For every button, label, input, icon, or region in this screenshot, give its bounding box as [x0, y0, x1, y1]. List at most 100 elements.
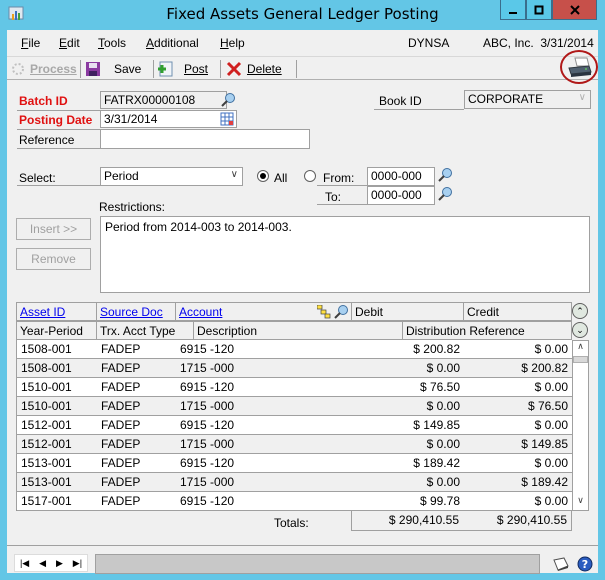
cell-year-period[interactable]: 1513-001 — [17, 473, 98, 492]
calendar-icon[interactable] — [220, 112, 234, 126]
to-lookup-icon[interactable] — [437, 186, 453, 202]
cell-account[interactable]: 1715 -000 — [176, 435, 353, 454]
cell-credit[interactable]: $ 0.00 — [464, 378, 573, 397]
close-button[interactable] — [552, 0, 597, 20]
cell-account[interactable]: 1715 -000 — [176, 473, 353, 492]
next-record-icon[interactable]: ▶ — [56, 558, 63, 569]
cell-year-period[interactable]: 1510-001 — [17, 397, 98, 416]
menu-edit[interactable]: Edit — [59, 36, 80, 50]
scroll-down-icon[interactable]: ∨ — [573, 495, 588, 510]
from-field[interactable]: 0000-000 — [367, 167, 435, 186]
cell-debit[interactable]: $ 200.82 — [352, 340, 465, 359]
last-record-icon[interactable]: ▶| — [73, 558, 82, 569]
cell-trx-acct-type[interactable]: FADEP — [97, 454, 177, 473]
table-row[interactable]: 1517-001 FADEP 6915 -120 $ 99.78 $ 0.00 — [17, 492, 573, 511]
cell-debit[interactable]: $ 76.50 — [352, 378, 465, 397]
radio-from[interactable] — [304, 170, 316, 182]
cell-trx-acct-type[interactable]: FADEP — [97, 359, 177, 378]
cell-trx-acct-type[interactable]: FADEP — [97, 397, 177, 416]
cell-account[interactable]: 6915 -120 — [176, 340, 353, 359]
post-button[interactable]: Post — [157, 60, 208, 78]
cell-year-period[interactable]: 1517-001 — [17, 492, 98, 511]
scroll-up-icon[interactable]: ∧ — [573, 341, 588, 356]
cell-debit[interactable]: $ 149.85 — [352, 416, 465, 435]
note-icon[interactable] — [552, 556, 570, 572]
grid-scrollbar[interactable]: ∧ ∨ — [572, 340, 589, 511]
cell-credit[interactable]: $ 149.85 — [464, 435, 573, 454]
cell-credit[interactable]: $ 189.42 — [464, 473, 573, 492]
cell-account[interactable]: 6915 -120 — [176, 416, 353, 435]
cell-trx-acct-type[interactable]: FADEP — [97, 473, 177, 492]
cell-account[interactable]: 6915 -120 — [176, 454, 353, 473]
remove-button[interactable]: Remove — [16, 248, 91, 270]
minimize-button[interactable] — [500, 0, 526, 20]
insert-button[interactable]: Insert >> — [16, 218, 91, 240]
help-icon[interactable]: ? — [577, 556, 593, 572]
previous-record-icon[interactable]: ◀ — [39, 558, 46, 569]
col-header-account[interactable]: Account — [175, 302, 317, 321]
cell-debit[interactable]: $ 0.00 — [352, 359, 465, 378]
menu-tools[interactable]: Tools — [98, 36, 126, 50]
table-row[interactable]: 1510-001 FADEP 6915 -120 $ 76.50 $ 0.00 — [17, 378, 573, 397]
cell-year-period[interactable]: 1508-001 — [17, 340, 98, 359]
cell-credit[interactable]: $ 200.82 — [464, 359, 573, 378]
maximize-button[interactable] — [526, 0, 552, 20]
cell-credit[interactable]: $ 0.00 — [464, 492, 573, 511]
cell-debit[interactable]: $ 0.00 — [352, 397, 465, 416]
reference-field[interactable] — [100, 129, 310, 149]
table-row[interactable]: 1510-001 FADEP 1715 -000 $ 0.00 $ 76.50 — [17, 397, 573, 416]
table-row[interactable]: 1508-001 FADEP 1715 -000 $ 0.00 $ 200.82 — [17, 359, 573, 378]
save-button[interactable]: Save — [85, 60, 141, 78]
table-row[interactable]: 1508-001 FADEP 6915 -120 $ 200.82 $ 0.00 — [17, 340, 573, 359]
cell-account[interactable]: 1715 -000 — [176, 397, 353, 416]
collapse-rows-button[interactable]: ⌃ — [572, 303, 588, 319]
cell-debit[interactable]: $ 189.42 — [352, 454, 465, 473]
account-tree-icon[interactable] — [317, 305, 331, 319]
cell-year-period[interactable]: 1512-001 — [17, 435, 98, 454]
account-lookup-icon[interactable] — [333, 304, 349, 320]
posting-date-field[interactable]: 3/31/2014 — [100, 110, 237, 128]
to-field[interactable]: 0000-000 — [367, 186, 435, 205]
account-link[interactable]: Account — [179, 305, 222, 319]
table-row[interactable]: 1513-001 FADEP 1715 -000 $ 0.00 $ 189.42 — [17, 473, 573, 492]
source-doc-link[interactable]: Source Doc — [100, 305, 163, 319]
batch-id-field[interactable]: FATRX00000108 — [100, 91, 227, 109]
table-row[interactable]: 1513-001 FADEP 6915 -120 $ 189.42 $ 0.00 — [17, 454, 573, 473]
cell-trx-acct-type[interactable]: FADEP — [97, 492, 177, 511]
cell-debit[interactable]: $ 99.78 — [352, 492, 465, 511]
delete-button[interactable]: Delete — [226, 60, 282, 78]
cell-trx-acct-type[interactable]: FADEP — [97, 340, 177, 359]
cell-trx-acct-type[interactable]: FADEP — [97, 378, 177, 397]
cell-credit[interactable]: $ 0.00 — [464, 454, 573, 473]
cell-year-period[interactable]: 1512-001 — [17, 416, 98, 435]
expand-rows-button[interactable]: ⌄ — [572, 322, 588, 338]
cell-debit[interactable]: $ 0.00 — [352, 473, 465, 492]
cell-year-period[interactable]: 1510-001 — [17, 378, 98, 397]
radio-all[interactable] — [257, 170, 269, 182]
col-header-asset-id[interactable]: Asset ID — [16, 302, 97, 321]
cell-credit[interactable]: $ 76.50 — [464, 397, 573, 416]
cell-account[interactable]: 1715 -000 — [176, 359, 353, 378]
batch-id-lookup-icon[interactable] — [220, 92, 236, 108]
restrictions-list[interactable]: Period from 2014-003 to 2014-003. — [100, 216, 590, 293]
table-row[interactable]: 1512-001 FADEP 1715 -000 $ 0.00 $ 149.85 — [17, 435, 573, 454]
cell-year-period[interactable]: 1508-001 — [17, 359, 98, 378]
col-header-source-doc[interactable]: Source Doc — [96, 302, 176, 321]
first-record-icon[interactable]: |◀ — [20, 558, 29, 569]
process-button[interactable]: Process — [11, 60, 77, 78]
menu-file[interactable]: File — [21, 36, 40, 50]
cell-debit[interactable]: $ 0.00 — [352, 435, 465, 454]
from-lookup-icon[interactable] — [437, 167, 453, 183]
cell-account[interactable]: 6915 -120 — [176, 378, 353, 397]
scroll-thumb[interactable] — [573, 356, 588, 363]
cell-trx-acct-type[interactable]: FADEP — [97, 416, 177, 435]
menu-help[interactable]: Help — [220, 36, 245, 50]
book-id-select[interactable]: CORPORATE ∨ — [464, 90, 591, 109]
print-button[interactable] — [560, 50, 598, 84]
cell-trx-acct-type[interactable]: FADEP — [97, 435, 177, 454]
cell-credit[interactable]: $ 0.00 — [464, 416, 573, 435]
table-row[interactable]: 1512-001 FADEP 6915 -120 $ 149.85 $ 0.00 — [17, 416, 573, 435]
asset-id-link[interactable]: Asset ID — [20, 305, 65, 319]
cell-year-period[interactable]: 1513-001 — [17, 454, 98, 473]
cell-account[interactable]: 6915 -120 — [176, 492, 353, 511]
